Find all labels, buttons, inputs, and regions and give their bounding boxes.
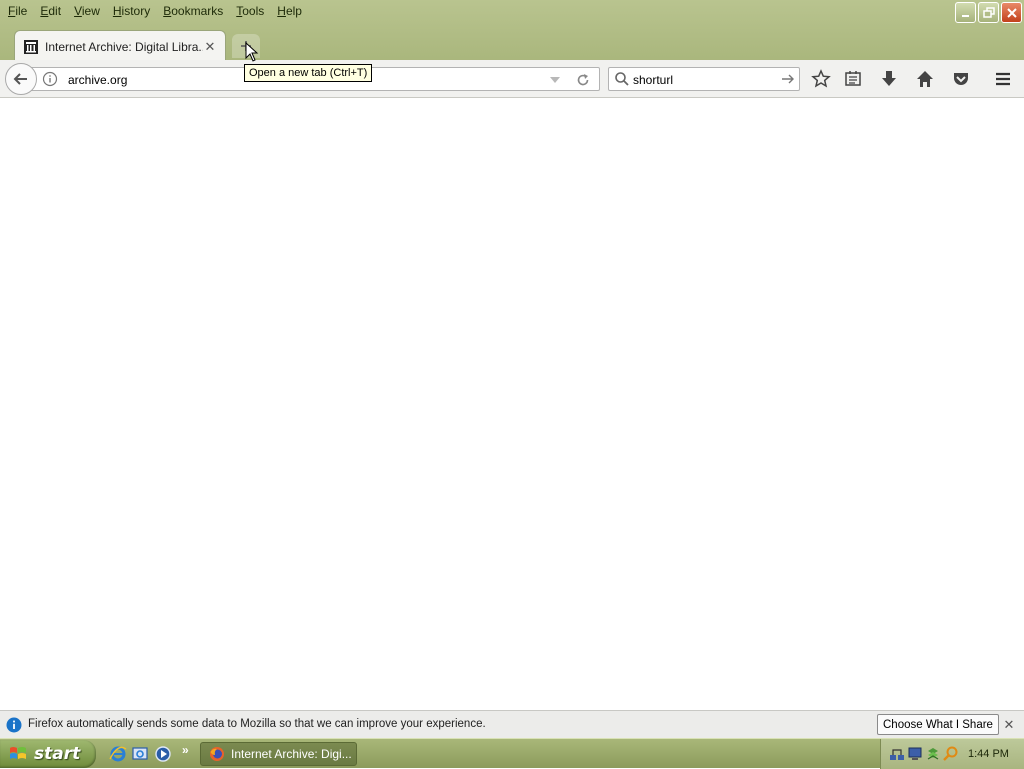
restore-icon [982, 6, 995, 18]
notification-close-icon[interactable]: ✕ [1002, 717, 1016, 732]
windows-flag-icon [10, 747, 26, 759]
home-button[interactable] [914, 68, 936, 90]
search-icon [615, 72, 629, 86]
firefox-icon [210, 747, 224, 761]
new-tab-tooltip: Open a new tab (Ctrl+T) [244, 64, 373, 82]
close-window-button[interactable] [1001, 2, 1022, 23]
download-icon [882, 71, 896, 86]
tab-title: Internet Archive: Digital Libra... [45, 39, 203, 54]
taskbar-clock: 1:44 PM [968, 748, 1009, 760]
back-arrow-icon [13, 73, 27, 85]
quick-launch-more-icon[interactable]: » [182, 743, 189, 757]
menu-help-accel: H [277, 3, 286, 18]
menu-view-rest: iew [81, 3, 100, 18]
close-icon [1006, 7, 1017, 18]
taskbar: start » Internet Archive: Digi... 1:44 P… [0, 738, 1024, 769]
window-controls [955, 2, 1022, 23]
star-icon [811, 69, 831, 88]
menu-tools-rest: ools [242, 3, 265, 18]
show-desktop-icon[interactable] [131, 745, 149, 763]
menu-edit-rest: dit [48, 3, 62, 18]
start-label: start [34, 744, 81, 764]
menu-bar: File Edit View History Bookmarks Tools H… [0, 0, 900, 21]
start-button[interactable]: start [0, 740, 96, 768]
data-reporting-notification: Firefox automatically sends some data to… [0, 710, 1024, 738]
url-text[interactable]: archive.org [68, 73, 127, 87]
info-icon[interactable] [42, 71, 58, 87]
menu-file-rest: ile [15, 3, 28, 18]
menu-bookmarks[interactable]: Bookmarks [159, 4, 227, 18]
downloads-button[interactable] [878, 68, 900, 90]
recycle-tray-icon[interactable] [925, 746, 941, 762]
back-button[interactable] [5, 63, 37, 95]
restore-button[interactable] [978, 2, 999, 23]
home-icon [917, 71, 933, 87]
tab-strip: Internet Archive: Digital Libra... ✕ [0, 28, 1024, 62]
magnifier-tray-icon[interactable] [943, 746, 959, 762]
menu-view[interactable]: View [70, 4, 104, 18]
reading-list-button[interactable] [842, 68, 864, 90]
menu-edit[interactable]: Edit [36, 4, 65, 18]
reload-icon[interactable] [575, 72, 591, 88]
search-bar[interactable]: shorturl [608, 67, 800, 91]
internet-explorer-icon[interactable] [109, 745, 127, 763]
menu-help-rest: elp [285, 3, 302, 18]
menu-tools[interactable]: Tools [232, 4, 268, 18]
mouse-cursor-icon [245, 42, 259, 62]
archive-building-icon [24, 39, 38, 54]
menu-history-accel: H [112, 3, 122, 18]
info-icon [6, 717, 22, 733]
taskbar-item-firefox[interactable]: Internet Archive: Digi... [200, 742, 357, 766]
pocket-button[interactable] [950, 68, 972, 90]
notification-text: Firefox automatically sends some data to… [28, 718, 486, 730]
network-icon[interactable] [889, 746, 905, 762]
menu-history-rest: istory [121, 3, 151, 18]
minimize-button[interactable] [955, 2, 976, 23]
choose-what-i-share-button[interactable]: Choose What I Share [877, 714, 999, 735]
minimize-icon [961, 14, 969, 17]
url-dropdown-icon[interactable] [549, 74, 561, 86]
menu-history[interactable]: History [109, 4, 154, 18]
reading-list-icon [845, 71, 861, 86]
tab-close-icon[interactable]: ✕ [203, 39, 217, 54]
search-input[interactable]: shorturl [633, 73, 673, 87]
menu-view-accel: V [74, 3, 82, 18]
page-content[interactable] [0, 99, 1024, 710]
tab-internet-archive[interactable]: Internet Archive: Digital Libra... ✕ [14, 30, 226, 62]
menu-bookmarks-rest: ookmarks [171, 3, 224, 18]
pocket-icon [954, 73, 968, 85]
menu-help[interactable]: Help [273, 4, 306, 18]
nav-toolbar: archive.org shorturl [0, 60, 1024, 98]
window-frame: File Edit View History Bookmarks Tools H… [0, 0, 1024, 62]
bookmark-star-button[interactable] [810, 68, 832, 90]
hamburger-menu-icon [996, 72, 1010, 86]
computer-tray-icon[interactable] [907, 746, 923, 762]
taskbar-item-label: Internet Archive: Digi... [231, 747, 352, 761]
media-player-icon[interactable] [154, 745, 172, 763]
search-go-arrow-icon[interactable] [781, 72, 795, 86]
open-menu-button[interactable] [992, 68, 1014, 90]
menu-file[interactable]: File [4, 4, 31, 18]
